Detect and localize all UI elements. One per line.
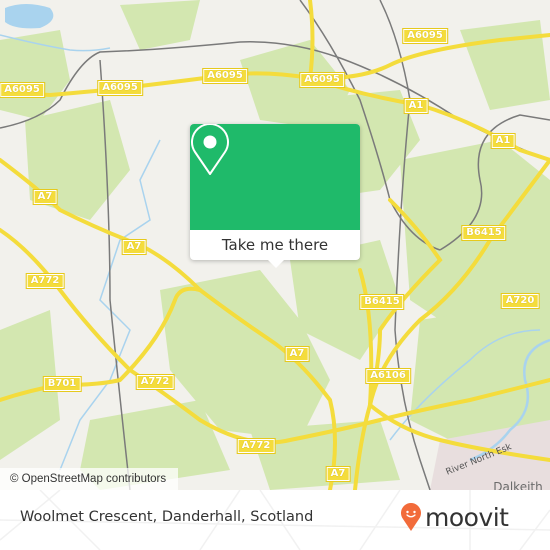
road-label: A772 (236, 438, 276, 454)
road-label: A6095 (202, 68, 248, 84)
road-label: A772 (25, 273, 65, 289)
road-label: A7 (325, 466, 351, 482)
park-area (250, 420, 400, 490)
moovit-logo[interactable]: moovit (400, 502, 509, 532)
popup-pointer (268, 260, 284, 268)
road-label: A6095 (299, 72, 345, 88)
map[interactable]: A6095 A6095 A6095 A6095 A6095 A1 A1 A7 A… (0, 0, 550, 490)
road-north (308, 0, 315, 80)
map-attribution[interactable]: © OpenStreetMap contributors (0, 468, 179, 490)
park-area (460, 20, 550, 110)
location-title: Woolmet Crescent, Danderhall, Scotland (20, 509, 314, 525)
popup-header (190, 124, 360, 230)
place-label: Dalkeith (493, 480, 543, 490)
location-pin-icon (191, 124, 229, 175)
road-label: A6095 (97, 80, 143, 96)
road-label: A772 (135, 374, 175, 390)
road-label: B6415 (359, 294, 405, 310)
road-label: A7 (121, 239, 147, 255)
footer: Woolmet Crescent, Danderhall, Scotland m… (0, 490, 550, 550)
road-label: A7 (284, 346, 310, 362)
road-label: A720 (500, 293, 540, 309)
take-me-there-button[interactable]: Take me there (190, 230, 360, 260)
road-label: A6095 (402, 28, 448, 44)
road-label: B701 (42, 376, 82, 392)
road-label: A1 (490, 133, 516, 149)
moovit-pin-icon (401, 503, 421, 531)
lake (5, 4, 54, 29)
road-label: B6415 (461, 225, 507, 241)
road-label: A7 (32, 189, 58, 205)
road-label: A6095 (0, 82, 45, 98)
road-label: A1 (403, 98, 429, 114)
location-popup: Take me there (190, 124, 360, 268)
brand-name: moovit (425, 502, 509, 532)
park-area (120, 0, 200, 50)
road-label: A6106 (365, 368, 411, 384)
